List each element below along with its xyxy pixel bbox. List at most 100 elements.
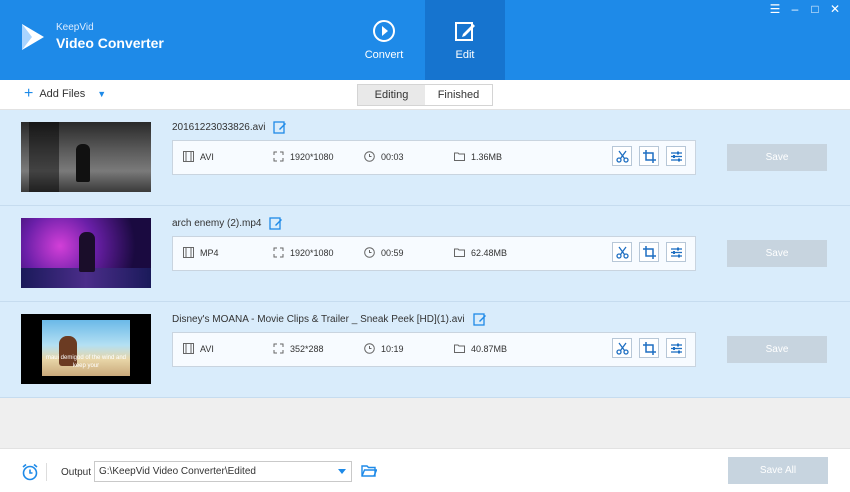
crop-icon (642, 245, 656, 259)
duration-value: 00:59 (381, 247, 404, 258)
output-path-select[interactable]: G:\KeepVid Video Converter\Edited (94, 461, 352, 482)
video-thumbnail: maui demigod of the wind and keep your (21, 314, 151, 384)
save-button[interactable]: Save (727, 144, 827, 171)
file-name: Disney's MOANA - Movie Clips & Trailer _… (172, 312, 487, 326)
alarm-clock-icon[interactable] (21, 463, 39, 481)
film-icon (183, 247, 194, 258)
video-thumbnail (21, 218, 151, 288)
file-name-text: arch enemy (2).mp4 (172, 217, 262, 229)
trim-button[interactable] (612, 338, 632, 358)
effects-button[interactable] (666, 338, 686, 358)
view-toggle: Editing Finished (357, 84, 493, 106)
save-button[interactable]: Save (727, 240, 827, 267)
clock-icon (364, 247, 375, 258)
maximize-icon[interactable]: □ (808, 2, 822, 16)
trim-button[interactable] (612, 242, 632, 262)
minimize-icon[interactable]: – (788, 2, 802, 16)
add-files-label: Add Files (39, 88, 86, 100)
sliders-icon (670, 343, 682, 353)
list-item: 20161223033826.avi AVI 1920*1080 00:03 1… (0, 110, 850, 206)
divider (46, 463, 47, 481)
format-value: AVI (200, 343, 214, 354)
edit-icon (455, 22, 475, 41)
convert-icon (373, 20, 395, 42)
plus-icon: + (24, 85, 34, 102)
file-name-text: Disney's MOANA - Movie Clips & Trailer _… (172, 313, 465, 325)
chevron-down-icon (338, 469, 346, 474)
sliders-icon (670, 151, 682, 161)
footer-bar: Output G:\KeepVid Video Converter\Edited… (0, 448, 850, 492)
format-value: MP4 (200, 247, 219, 258)
edit-tools (612, 338, 686, 358)
scissors-icon (615, 150, 629, 163)
size-value: 40.87MB (471, 343, 508, 354)
folder-icon (454, 248, 465, 257)
format-info: MP4 (183, 247, 219, 258)
file-name: 20161223033826.avi (172, 120, 287, 134)
size-info: 1.36MB (454, 151, 502, 162)
resolution-info: 1920*1080 (273, 151, 334, 162)
resolution-info: 1920*1080 (273, 247, 334, 258)
file-name: arch enemy (2).mp4 (172, 216, 283, 230)
format-value: AVI (200, 151, 214, 162)
resize-icon (273, 151, 284, 162)
menu-icon[interactable]: ☰ (768, 2, 782, 16)
close-icon[interactable]: ✕ (828, 2, 842, 16)
tab-edit[interactable]: Edit (425, 0, 505, 80)
duration-info: 10:19 (364, 343, 404, 354)
output-label: Output (61, 467, 92, 478)
edit-tools (612, 146, 686, 166)
duration-info: 00:59 (364, 247, 404, 258)
file-name-text: 20161223033826.avi (172, 121, 266, 133)
save-button[interactable]: Save (727, 336, 827, 363)
film-icon (183, 151, 194, 162)
sliders-icon (670, 247, 682, 257)
output-path-value: G:\KeepVid Video Converter\Edited (99, 466, 256, 477)
thumbnail-subtitle: maui demigod of the wind and keep your (45, 355, 127, 369)
format-info: AVI (183, 151, 214, 162)
resize-icon (273, 247, 284, 258)
crop-button[interactable] (639, 146, 659, 166)
duration-info: 00:03 (364, 151, 404, 162)
toolbar: + Add Files ▼ Editing Finished (0, 80, 850, 110)
trim-button[interactable] (612, 146, 632, 166)
size-info: 62.48MB (454, 247, 507, 258)
resolution-value: 1920*1080 (290, 151, 334, 162)
size-info: 40.87MB (454, 343, 507, 354)
play-logo-icon (22, 24, 44, 50)
duration-value: 00:03 (381, 151, 404, 162)
size-value: 62.48MB (471, 247, 508, 258)
effects-button[interactable] (666, 146, 686, 166)
duration-value: 10:19 (381, 343, 404, 354)
brand-small: KeepVid (56, 22, 94, 33)
tab-convert-label: Convert (364, 49, 404, 61)
crop-button[interactable] (639, 338, 659, 358)
effects-button[interactable] (666, 242, 686, 262)
list-item: maui demigod of the wind and keep your D… (0, 302, 850, 398)
file-list: 20161223033826.avi AVI 1920*1080 00:03 1… (0, 110, 850, 398)
rename-icon[interactable] (273, 120, 287, 134)
add-files-button[interactable]: + Add Files ▼ (24, 85, 106, 102)
edit-tools (612, 242, 686, 262)
clock-icon (364, 343, 375, 354)
tab-editing[interactable]: Editing (358, 85, 425, 105)
chevron-down-icon[interactable]: ▼ (97, 89, 106, 99)
tab-convert[interactable]: Convert (344, 0, 424, 80)
resolution-info: 352*288 (273, 343, 324, 354)
rename-icon[interactable] (269, 216, 283, 230)
save-all-button[interactable]: Save All (728, 457, 828, 484)
scissors-icon (615, 342, 629, 355)
film-icon (183, 343, 194, 354)
open-folder-icon[interactable] (361, 464, 377, 478)
app-header: KeepVid Video Converter Convert Edit ☰ –… (0, 0, 850, 80)
size-value: 1.36MB (471, 151, 503, 162)
tab-finished[interactable]: Finished (425, 85, 492, 105)
brand-title: Video Converter (56, 35, 164, 51)
app-logo: KeepVid Video Converter (20, 22, 164, 52)
crop-button[interactable] (639, 242, 659, 262)
resolution-value: 352*288 (290, 343, 324, 354)
resize-icon (273, 343, 284, 354)
rename-icon[interactable] (472, 312, 487, 326)
video-thumbnail (21, 122, 151, 192)
format-info: AVI (183, 343, 214, 354)
